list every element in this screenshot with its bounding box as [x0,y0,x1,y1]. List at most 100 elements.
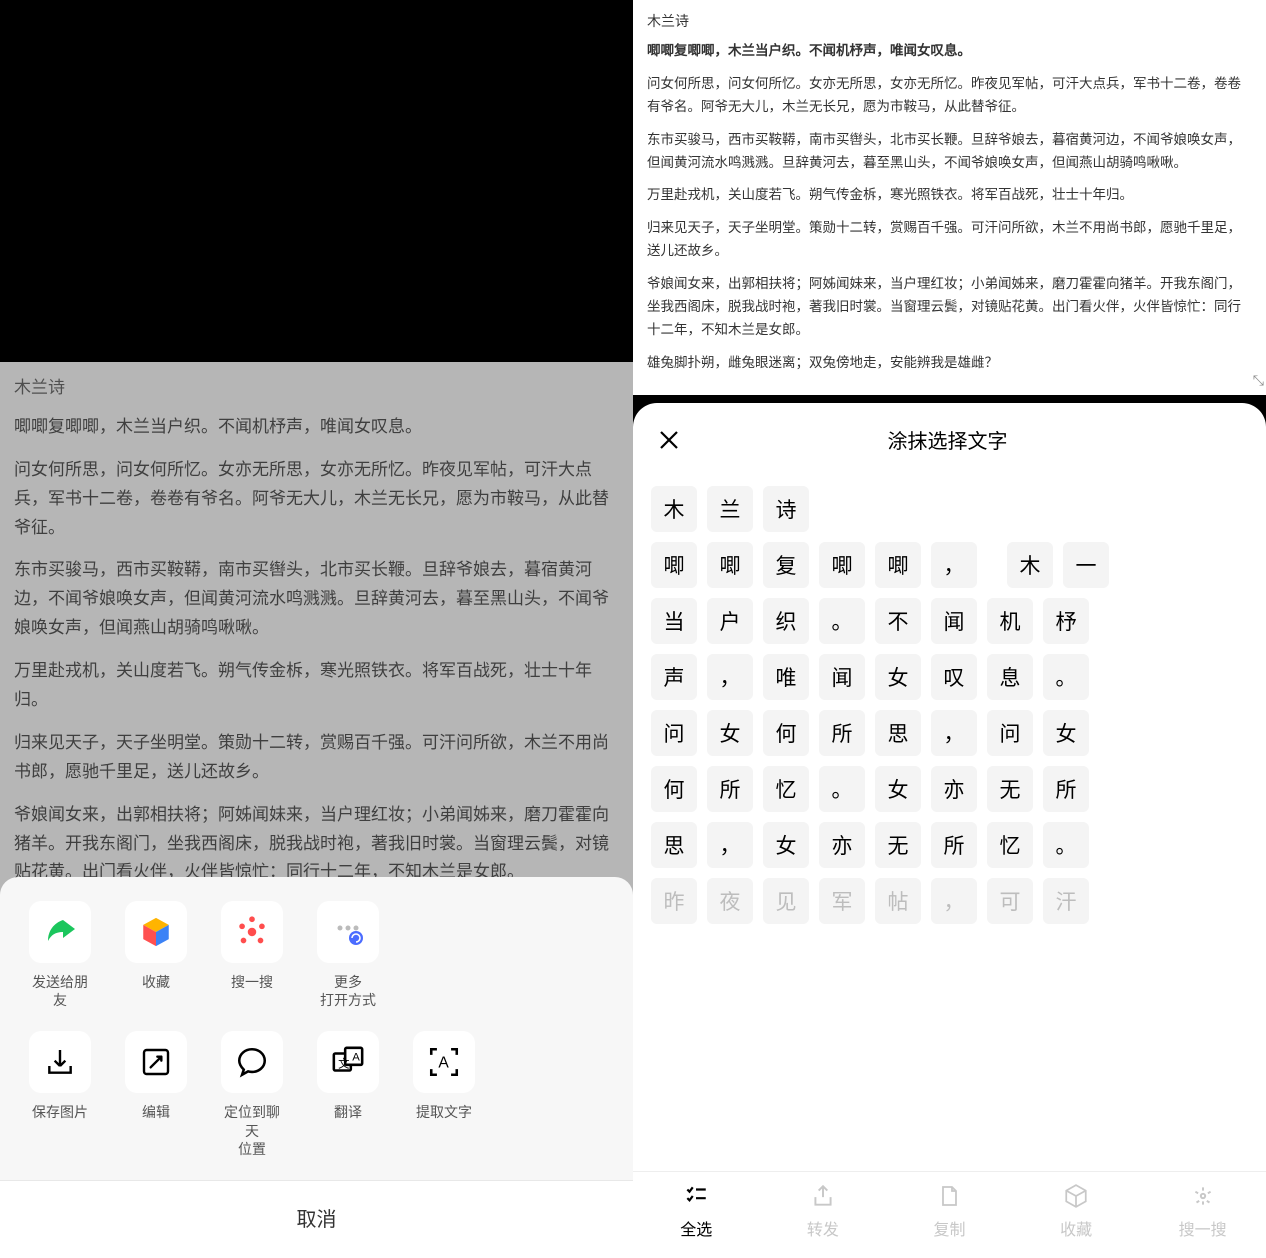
edit-button[interactable]: 编辑 [122,1031,190,1158]
share-label: 更多 打开方式 [320,973,376,1009]
svg-text:文: 文 [338,1057,349,1071]
dots-badge-icon [317,901,379,963]
char-cell[interactable]: 木 [651,486,697,532]
bb-label: 搜一搜 [1179,1216,1227,1240]
char-cell[interactable]: 亦 [819,822,865,868]
char-cell[interactable]: ， [931,710,977,756]
ocr-icon: A [413,1031,475,1093]
char-cell[interactable]: 何 [763,710,809,756]
char-cell[interactable]: 可 [987,878,1033,924]
character-grid[interactable]: 木兰诗唧唧复唧唧，木一当户织。不闻机杼声，唯闻女叹息。问女何所思，问女何所忆。女… [633,472,1266,1171]
char-cell[interactable]: 闻 [931,598,977,644]
char-cell[interactable]: 机 [987,598,1033,644]
char-cell[interactable]: 织 [763,598,809,644]
svg-text:A: A [352,1052,360,1064]
black-top-area [0,0,633,362]
char-cell[interactable]: 帖 [875,878,921,924]
more-open-with-button[interactable]: 更多 打开方式 [314,901,382,1009]
expand-handle-icon[interactable]: ⤡ [1253,369,1264,393]
share-label: 编辑 [142,1103,170,1121]
char-cell[interactable]: 忆 [763,766,809,812]
sou-yi-sou-button[interactable]: 搜一搜 [218,901,286,1009]
char-cell[interactable]: 昨 [651,878,697,924]
share-label: 翻译 [334,1103,362,1121]
char-cell[interactable]: 。 [1043,654,1089,700]
char-cell[interactable]: ， [707,822,753,868]
char-cell[interactable]: 当 [651,598,697,644]
char-cell[interactable]: ， [931,542,977,588]
char-row: 何所忆。女亦无所 [651,766,1248,812]
copy-button: 复制 [886,1182,1013,1240]
paragraph: 万里赴戎机，关山度若飞。朔气传金柝，寒光照铁衣。将军百战死，壮士十年归。 [647,184,1252,207]
char-cell[interactable]: 唧 [875,542,921,588]
char-row: 问女何所思，问女 [651,710,1248,756]
doc-icon [937,1182,961,1210]
char-cell[interactable]: 女 [1043,710,1089,756]
char-cell[interactable]: 唧 [819,542,865,588]
extract-text-button[interactable]: A提取文字 [410,1031,478,1158]
cancel-button[interactable]: 取消 [0,1180,633,1258]
char-cell[interactable]: 所 [1043,766,1089,812]
char-row: 当户织。不闻机杼 [651,598,1248,644]
char-cell[interactable]: 木 [1007,542,1053,588]
char-cell[interactable]: 汗 [1043,878,1089,924]
send-to-friend-button[interactable]: 发送给朋友 [26,901,94,1009]
share-row-1: 发送给朋友收藏搜一搜更多 打开方式 [0,901,633,1009]
char-cell[interactable]: 见 [763,878,809,924]
right-screenshot: 木兰诗 唧唧复唧唧，木兰当户织。不闻机杼声，唯闻女叹息。问女何所思，问女何所忆。… [633,0,1266,1258]
char-cell[interactable]: 叹 [931,654,977,700]
char-cell[interactable]: 夜 [707,878,753,924]
char-row: 声，唯闻女叹息。 [651,654,1248,700]
share-up-icon [810,1182,836,1210]
char-cell[interactable]: 何 [651,766,697,812]
char-cell[interactable]: 杼 [1043,598,1089,644]
paragraph: 东市买骏马，西市买鞍鞯，南市买辔头，北市买长鞭。旦辞爷娘去，暮宿黄河边，不闻爷娘… [647,129,1252,175]
share-label: 发送给朋友 [26,973,94,1009]
char-cell[interactable]: 唧 [651,542,697,588]
cube-icon [125,901,187,963]
char-cell[interactable]: 问 [987,710,1033,756]
char-cell[interactable]: 。 [819,598,865,644]
char-cell[interactable]: 无 [987,766,1033,812]
char-cell[interactable]: 思 [875,710,921,756]
char-cell[interactable]: ， [931,878,977,924]
text-select-panel: 涂抹选择文字 木兰诗唧唧复唧唧，木一当户织。不闻机杼声，唯闻女叹息。问女何所思，… [633,403,1266,1258]
char-cell[interactable]: 所 [707,766,753,812]
char-cell[interactable]: 闻 [819,654,865,700]
char-cell[interactable]: 军 [819,878,865,924]
char-cell[interactable]: 。 [819,766,865,812]
char-cell[interactable]: 诗 [763,486,809,532]
char-cell[interactable]: 所 [931,822,977,868]
translate-button[interactable]: A文翻译 [314,1031,382,1158]
locate-chat-button[interactable]: 定位到聊天 位置 [218,1031,286,1158]
select-all-button[interactable]: 全选 [633,1182,760,1240]
char-cell[interactable]: 女 [763,822,809,868]
bb-label: 转发 [807,1216,839,1240]
char-cell[interactable]: 思 [651,822,697,868]
char-cell[interactable]: 声 [651,654,697,700]
char-cell[interactable]: 女 [875,766,921,812]
char-cell[interactable]: 户 [707,598,753,644]
char-cell[interactable]: 兰 [707,486,753,532]
share-row-2: 保存图片编辑定位到聊天 位置A文翻译A提取文字 [0,1031,633,1158]
char-cell[interactable]: 一 [1063,542,1109,588]
char-cell[interactable]: 唯 [763,654,809,700]
char-cell[interactable]: 无 [875,822,921,868]
char-cell[interactable]: 亦 [931,766,977,812]
cube-outline-icon [1063,1182,1089,1210]
char-cell[interactable]: 问 [651,710,697,756]
char-cell[interactable]: 息 [987,654,1033,700]
char-cell[interactable]: 唧 [707,542,753,588]
paragraph: 归来见天子，天子坐明堂。策勋十二转，赏赐百千强。可汗问所欲，木兰不用尚书郎，愿驰… [647,217,1252,263]
char-cell[interactable]: 女 [707,710,753,756]
save-image-button[interactable]: 保存图片 [26,1031,94,1158]
char-cell[interactable]: 忆 [987,822,1033,868]
favorite-button[interactable]: 收藏 [122,901,190,1009]
paragraph: 问女何所思，问女何所忆。女亦无所思，女亦无所忆。昨夜见军帖，可汗大点兵，军书十二… [647,73,1252,119]
char-cell[interactable]: 不 [875,598,921,644]
char-cell[interactable]: ， [707,654,753,700]
char-cell[interactable]: 女 [875,654,921,700]
char-cell[interactable]: 所 [819,710,865,756]
char-cell[interactable]: 。 [1043,822,1089,868]
char-cell[interactable]: 复 [763,542,809,588]
